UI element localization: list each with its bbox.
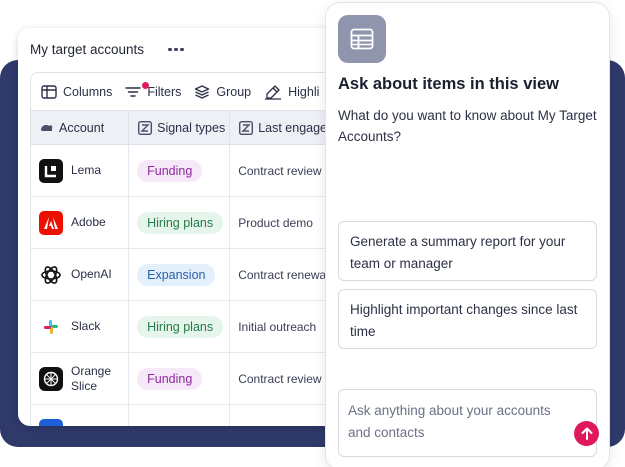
highlight-icon bbox=[265, 84, 282, 100]
group-button[interactable]: Group bbox=[194, 84, 251, 100]
signal-cell bbox=[129, 405, 231, 426]
filter-active-dot bbox=[142, 81, 150, 89]
columns-label: Columns bbox=[63, 84, 113, 99]
table-row[interactable]: Adobe Hiring plans Product demo bbox=[31, 197, 353, 249]
table-row[interactable]: Slack Hiring plans Initial outreach bbox=[31, 301, 353, 353]
column-header-label: Account bbox=[59, 120, 105, 135]
signal-badge: Expansion bbox=[137, 263, 216, 286]
group-label: Group bbox=[216, 84, 252, 99]
highlight-button[interactable]: Highli bbox=[264, 84, 319, 100]
signal-badge: Funding bbox=[137, 159, 203, 182]
signal-cell: Hiring plans bbox=[129, 301, 231, 352]
filter-icon bbox=[125, 86, 142, 97]
column-header-label: Last engage bbox=[258, 120, 327, 135]
table-view-title: My target accounts bbox=[30, 42, 145, 57]
account-icon bbox=[41, 124, 53, 131]
table-header-row: Account Signal types Last engage bbox=[31, 111, 353, 145]
table-row[interactable] bbox=[31, 405, 353, 426]
account-name: Orange Slice bbox=[71, 363, 112, 393]
engagement-text: Contract review bbox=[238, 371, 322, 386]
adobe-logo bbox=[39, 210, 63, 235]
ask-input-box bbox=[338, 389, 599, 457]
account-name: Adobe bbox=[71, 215, 106, 229]
columns-button[interactable]: Columns bbox=[41, 85, 112, 99]
orange-slice-logo bbox=[39, 366, 63, 391]
column-header-signal-types[interactable]: Signal types bbox=[129, 111, 231, 144]
lema-logo bbox=[39, 158, 63, 183]
account-logo bbox=[39, 418, 63, 426]
table-view-header: My target accounts bbox=[30, 42, 184, 57]
group-icon bbox=[195, 84, 210, 99]
engagement-text: Product demo bbox=[238, 215, 313, 230]
last-engagement-icon bbox=[239, 120, 254, 135]
table-view-window: My target accounts Columns Filters Group bbox=[18, 28, 353, 426]
signal-type-icon bbox=[138, 120, 153, 135]
suggestion-highlight-changes[interactable]: Highlight important changes since last t… bbox=[338, 289, 597, 349]
highlight-label: Highli bbox=[288, 84, 320, 99]
ask-input[interactable] bbox=[348, 400, 563, 450]
engagement-text: Contract review bbox=[238, 163, 322, 178]
assistant-subtitle: What do you want to know about My Target… bbox=[338, 108, 597, 144]
signal-cell: Funding bbox=[129, 145, 231, 196]
signal-badge: Funding bbox=[137, 367, 203, 390]
column-header-label: Signal types bbox=[157, 120, 226, 135]
columns-icon bbox=[41, 84, 57, 99]
table-icon bbox=[338, 15, 386, 63]
account-cell: Lema bbox=[31, 145, 130, 196]
send-button[interactable] bbox=[574, 421, 599, 446]
openai-logo bbox=[39, 262, 63, 287]
account-cell: Adobe bbox=[31, 197, 130, 248]
slack-logo bbox=[39, 314, 63, 339]
table-row[interactable]: OpenAI Expansion Contract renewa bbox=[31, 249, 353, 301]
account-cell bbox=[31, 405, 130, 426]
filters-button[interactable]: Filters bbox=[125, 81, 182, 99]
send-arrow-icon bbox=[581, 427, 592, 440]
signal-badge: Hiring plans bbox=[137, 315, 224, 338]
accounts-table: Columns Filters Group Highli Account Sig… bbox=[30, 72, 353, 426]
account-name: Slack bbox=[71, 319, 101, 333]
suggestion-summary-report[interactable]: Generate a summary report for your team … bbox=[338, 221, 597, 281]
account-cell: Orange Slice bbox=[31, 353, 130, 404]
table-toolbar: Columns Filters Group Highli bbox=[31, 73, 353, 111]
filters-label: Filters bbox=[147, 84, 182, 99]
account-cell: OpenAI bbox=[31, 249, 130, 300]
signal-cell: Expansion bbox=[129, 249, 231, 300]
assistant-panel: Ask about items in this view What do you… bbox=[326, 3, 609, 467]
signal-cell: Funding bbox=[129, 353, 231, 404]
account-name: Lema bbox=[71, 163, 102, 177]
account-name: OpenAI bbox=[71, 267, 112, 281]
account-cell: Slack bbox=[31, 301, 130, 352]
more-icon[interactable] bbox=[168, 47, 184, 52]
table-row[interactable]: Orange Slice Funding Contract review bbox=[31, 353, 353, 405]
engagement-text: Initial outreach bbox=[238, 319, 317, 334]
engagement-text: Contract renewa bbox=[238, 267, 327, 282]
signal-badge: Hiring plans bbox=[137, 211, 224, 234]
column-header-account[interactable]: Account bbox=[31, 111, 130, 144]
signal-cell: Hiring plans bbox=[129, 197, 231, 248]
table-row[interactable]: Lema Funding Contract review bbox=[31, 145, 353, 197]
assistant-title: Ask about items in this view bbox=[338, 75, 559, 93]
